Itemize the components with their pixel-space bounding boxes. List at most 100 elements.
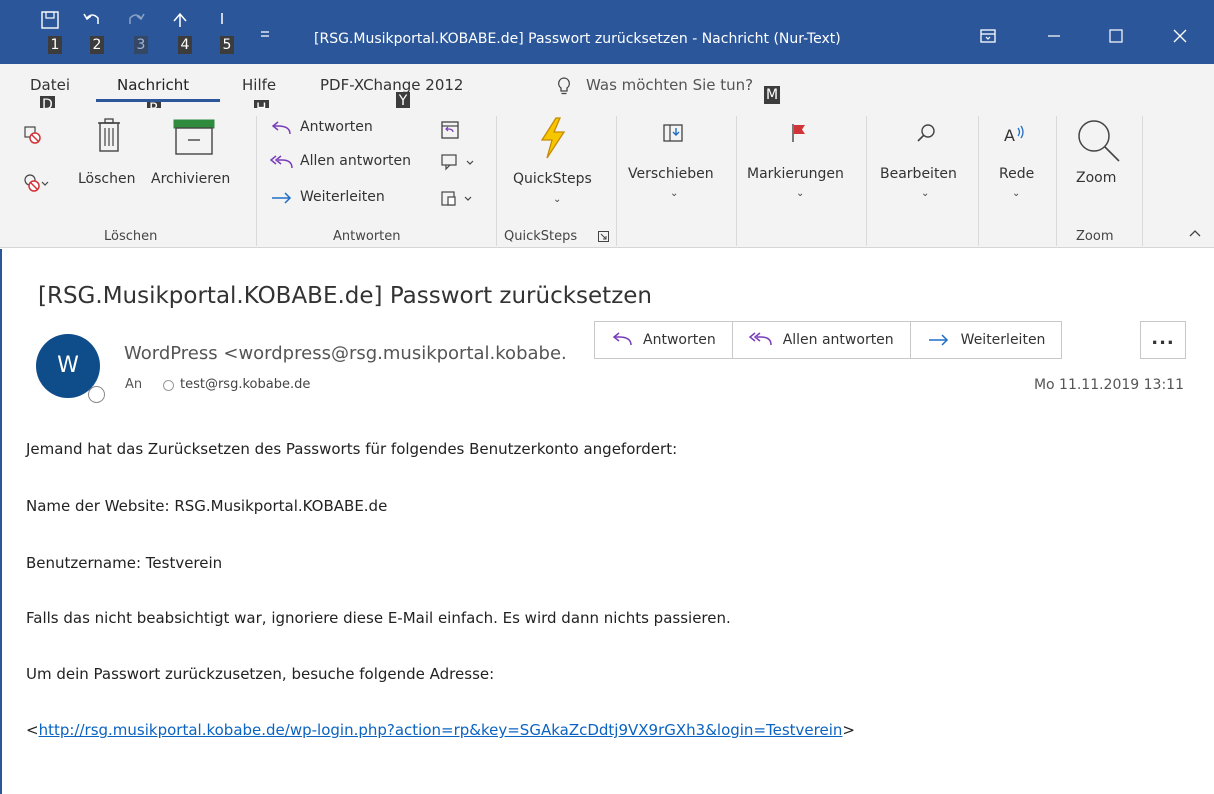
chevron-down-icon: ⌄: [670, 188, 679, 199]
group-label-quicksteps: QuickSteps: [504, 229, 578, 244]
more-actions-button[interactable]: ...: [1140, 321, 1186, 359]
group-separator: [256, 116, 257, 246]
chevron-down-icon: ⌄: [796, 188, 805, 199]
ribbon: Löschen Archivieren Löschen Antworten Al…: [0, 108, 1214, 248]
tab-nachricht[interactable]: Nachricht: [117, 76, 189, 94]
minimize-button[interactable]: [1034, 18, 1074, 58]
maximize-button[interactable]: [1096, 18, 1136, 58]
window-title: [RSG.Musikportal.KOBABE.de] Passwort zur…: [314, 31, 841, 47]
move-label[interactable]: Verschieben: [628, 166, 714, 182]
keytip-redo: 3: [134, 36, 148, 54]
ribbon-display-button[interactable]: [968, 18, 1008, 58]
group-separator: [1142, 116, 1143, 246]
archive-button[interactable]: [170, 118, 218, 156]
recipient-address[interactable]: test@rsg.kobabe.de: [180, 377, 310, 392]
junk-button[interactable]: [22, 170, 52, 194]
quicksteps-button[interactable]: [536, 116, 570, 160]
customize-qat-icon: [261, 31, 269, 37]
delete-button[interactable]: [92, 118, 126, 154]
trash-icon: [98, 118, 120, 152]
tab-hilfe[interactable]: Hilfe: [242, 76, 276, 94]
move-up-button[interactable]: 4: [166, 10, 202, 60]
undo-button[interactable]: 2: [78, 10, 114, 60]
body-line: Benutzername: Testverein: [26, 554, 223, 572]
reply-button[interactable]: Antworten: [595, 322, 733, 358]
sender-name[interactable]: WordPress <wordpress@rsg.musikportal.kob…: [124, 343, 566, 364]
customize-qat-button[interactable]: [258, 28, 272, 42]
archive-label[interactable]: Archivieren: [151, 171, 230, 187]
sent-date: Mo 11.11.2019 13:11: [1033, 377, 1184, 393]
flag-icon: [792, 124, 805, 142]
reply-icon: [271, 121, 291, 135]
reply-all-label: Allen antworten: [782, 332, 894, 348]
reply-all-icon: [270, 155, 293, 169]
group-label-loeschen: Löschen: [104, 229, 158, 244]
link-open-bracket: <: [26, 721, 39, 739]
forward-icon: [928, 334, 948, 346]
message-subject: [RSG.Musikportal.KOBABE.de] Passwort zur…: [38, 283, 653, 309]
dialog-launcher-icon[interactable]: [598, 231, 609, 242]
tags-label[interactable]: Markierungen: [747, 166, 844, 182]
tab-datei[interactable]: Datei: [30, 76, 70, 94]
quicksteps-label[interactable]: QuickSteps: [513, 171, 592, 187]
move-button[interactable]: [662, 122, 684, 144]
find-button[interactable]: [916, 122, 938, 144]
collapse-ribbon-button[interactable]: [1188, 228, 1202, 238]
editing-label[interactable]: Bearbeiten: [880, 166, 957, 182]
reply-all-button[interactable]: Allen antworten: [733, 322, 911, 358]
reset-password-link[interactable]: http://rsg.musikportal.kobabe.de/wp-logi…: [39, 721, 843, 739]
speech-label[interactable]: Rede: [999, 166, 1034, 182]
message-reading-pane: [RSG.Musikportal.KOBABE.de] Passwort zur…: [0, 249, 1214, 794]
close-icon: [1173, 29, 1187, 43]
presence-indicator: [88, 386, 105, 403]
chat-reply-icon: [441, 154, 474, 171]
archive-icon: [173, 119, 215, 155]
im-reply-button[interactable]: [440, 152, 476, 172]
ignore-button[interactable]: [22, 124, 44, 146]
group-label-zoom: Zoom: [1076, 229, 1114, 244]
move-down-button[interactable]: 5: [208, 10, 244, 60]
ribbon-reply-all-button[interactable]: [270, 154, 294, 172]
ignore-icon: [24, 126, 41, 144]
group-separator: [616, 116, 617, 246]
chevron-down-icon: ⌄: [921, 188, 930, 199]
save-button[interactable]: 1: [36, 10, 72, 60]
read-aloud-icon: A: [1004, 125, 1024, 145]
chevron-up-icon: [1189, 230, 1201, 237]
move-folder-icon: [663, 124, 683, 142]
save-icon: [41, 11, 59, 29]
tab-pdf-xchange[interactable]: PDF-XChange 2012: [320, 76, 463, 94]
more-respond-button[interactable]: [440, 188, 476, 208]
svg-text:A: A: [1004, 126, 1015, 145]
delete-label[interactable]: Löschen: [78, 171, 135, 187]
lightbulb-icon: [558, 77, 570, 95]
reply-icon: [612, 332, 632, 346]
ribbon-reply-all-label[interactable]: Allen antworten: [300, 153, 411, 169]
ribbon-forward-label[interactable]: Weiterleiten: [300, 189, 385, 205]
more-respond-icon: [441, 191, 472, 206]
meeting-reply-button[interactable]: [440, 118, 460, 140]
tell-me-search[interactable]: Was möchten Sie tun?: [586, 76, 753, 94]
read-aloud-button[interactable]: A: [1002, 122, 1030, 146]
forward-button[interactable]: Weiterleiten: [911, 322, 1062, 358]
flag-button[interactable]: [789, 122, 809, 144]
calendar-reply-icon: [441, 121, 459, 139]
keytip-undo: 2: [90, 36, 104, 54]
message-action-bar: Antworten Allen antworten Weiterleiten: [594, 321, 1063, 359]
title-bar: 1 2 3 4 5 [RSG.Musikportal.KOBABE.de] Pa…: [0, 0, 1214, 64]
close-button[interactable]: [1160, 18, 1200, 58]
redo-icon: [129, 13, 145, 24]
forward-icon: [272, 192, 292, 204]
keytip-tell-me: M: [764, 86, 781, 104]
ribbon-reply-button[interactable]: [270, 120, 292, 138]
redo-button[interactable]: 3: [122, 10, 158, 60]
group-separator: [1056, 116, 1057, 246]
ribbon-forward-button[interactable]: [270, 190, 294, 206]
chevron-down-icon: ⌄: [553, 194, 562, 205]
zoom-button[interactable]: [1074, 116, 1124, 164]
ribbon-reply-label[interactable]: Antworten: [300, 119, 373, 135]
zoom-label[interactable]: Zoom: [1076, 170, 1116, 186]
reply-label: Antworten: [643, 332, 716, 348]
chevron-down-icon: ⌄: [1012, 188, 1021, 199]
keytip-save: 1: [48, 36, 62, 54]
